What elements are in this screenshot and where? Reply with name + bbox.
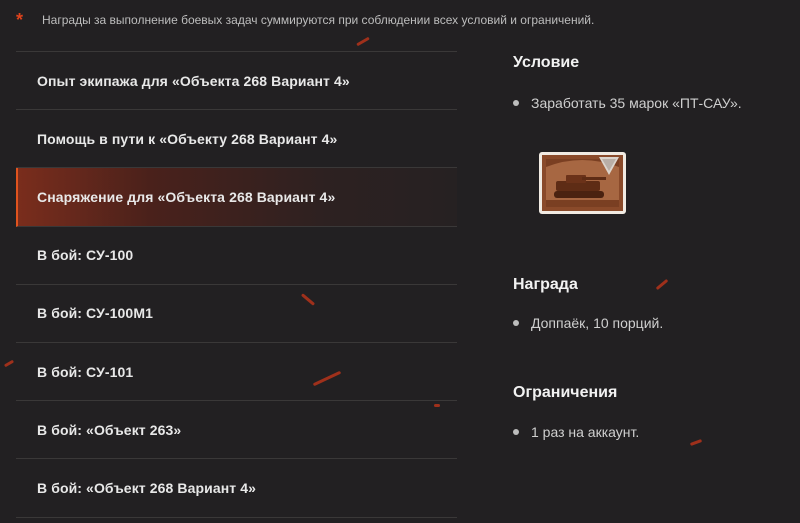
limits-item: 1 раз на аккаунт. (513, 424, 793, 440)
td-stamp-icon (538, 151, 627, 215)
limits-section: Ограничения 1 раз на аккаунт. (513, 384, 793, 440)
reward-text: Доппаёк, 10 порций. (531, 315, 664, 331)
decorative-spark (3, 359, 15, 368)
task-item[interactable]: Опыт экипажа для «Объекта 268 Вариант 4» (16, 52, 457, 111)
bullet-icon (513, 100, 519, 106)
limits-title: Ограничения (513, 384, 618, 401)
condition-section: Условие Заработать 35 марок «ПТ-САУ». (513, 54, 793, 111)
rewards-note: * Награды за выполнение боевых задач сум… (16, 9, 594, 31)
task-item[interactable]: В бой: СУ-100М1 (16, 285, 457, 343)
asterisk-icon: * (16, 10, 24, 30)
condition-title: Условие (513, 54, 580, 71)
task-item[interactable]: В бой: «Объект 268 Вариант 4» (16, 459, 457, 518)
bullet-icon (513, 320, 519, 326)
reward-title: Награда (513, 276, 578, 293)
task-item-selected[interactable]: Снаряжение для «Объекта 268 Вариант 4» (16, 168, 457, 227)
condition-text: Заработать 35 марок «ПТ-САУ». (531, 95, 742, 111)
reward-section: Награда Доппаёк, 10 порций. (513, 276, 793, 331)
condition-item: Заработать 35 марок «ПТ-САУ». (513, 95, 793, 111)
decorative-spark (356, 36, 370, 47)
task-list: Опыт экипажа для «Объекта 268 Вариант 4»… (16, 51, 457, 518)
reward-item: Доппаёк, 10 порций. (513, 315, 793, 331)
task-item[interactable]: В бой: СУ-101 (16, 343, 457, 402)
limits-text: 1 раз на аккаунт. (531, 424, 640, 440)
rewards-note-text: Награды за выполнение боевых задач сумми… (42, 13, 595, 27)
task-item[interactable]: В бой: СУ-100 (16, 227, 457, 285)
bullet-icon (513, 429, 519, 435)
decorative-spark (689, 439, 703, 446)
task-item[interactable]: В бой: «Объект 263» (16, 401, 457, 460)
task-item[interactable]: Помощь в пути к «Объекту 268 Вариант 4» (16, 110, 457, 169)
